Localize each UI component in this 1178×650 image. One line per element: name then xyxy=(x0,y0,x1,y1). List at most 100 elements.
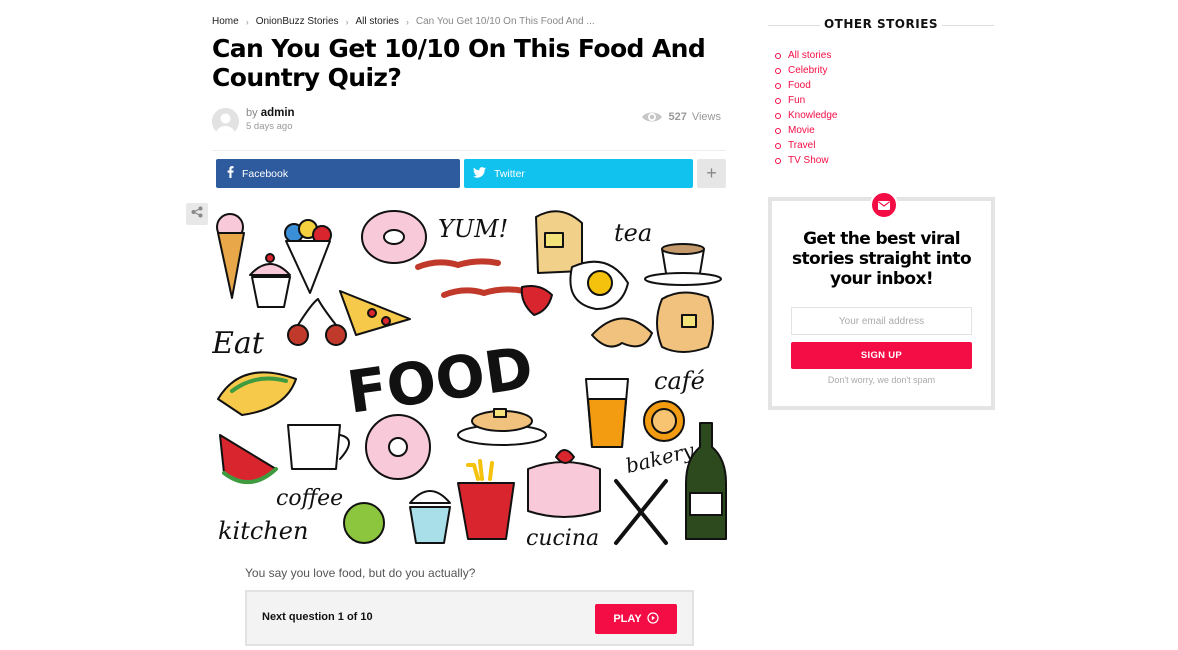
strawberry-doodle xyxy=(520,285,553,316)
by-prefix: by xyxy=(246,107,258,119)
sidebar-item-all-stories[interactable]: All stories xyxy=(775,48,837,63)
twitter-icon xyxy=(473,166,486,181)
floating-share-button[interactable] xyxy=(186,203,208,225)
sign-up-button[interactable]: SIGN UP xyxy=(791,342,972,369)
twitter-share-button[interactable]: Twitter xyxy=(464,159,693,188)
sidebar-item-celebrity[interactable]: Celebrity xyxy=(775,63,837,78)
breadcrumb-current: Can You Get 10/10 On This Food And ... xyxy=(415,16,595,27)
newsletter-note: Don't worry, we don't spam xyxy=(827,375,936,385)
facebook-icon xyxy=(227,166,234,181)
facebook-label: Facebook xyxy=(242,167,289,180)
bullet-icon xyxy=(775,97,781,104)
sidebar-item-label: TV Show xyxy=(788,154,829,166)
cafe-text: café xyxy=(654,367,705,395)
sidebar-item-label: Food xyxy=(788,79,811,91)
sidebar-item-knowledge[interactable]: Knowledge xyxy=(775,108,837,123)
sidebar-item-label: All stories xyxy=(788,49,832,61)
bullet-icon xyxy=(775,67,781,74)
article-intro: You say you love food, but do you actual… xyxy=(245,566,476,580)
breadcrumb-separator: › xyxy=(345,16,349,27)
sidebar-item-label: Fun xyxy=(788,94,806,106)
newsletter-heading: Get the best viral stories straight into… xyxy=(791,229,972,289)
sidebar-item-travel[interactable]: Travel xyxy=(775,138,837,153)
facebook-share-button[interactable]: Facebook xyxy=(216,159,460,188)
waffle-doodle xyxy=(656,291,714,353)
food-doodle-image: YUM! tea Eat café coffee kitchen bakery … xyxy=(212,210,727,551)
sidebar-item-fun[interactable]: Fun xyxy=(775,93,837,108)
breadcrumb-separator: › xyxy=(405,16,409,27)
byline: by admin xyxy=(246,107,295,119)
breadcrumb: Home › OnionBuzz Stories › All stories ›… xyxy=(212,16,595,27)
sidebar-heading: OTHER STORIES xyxy=(768,16,994,34)
coffee-text: coffee xyxy=(276,486,343,511)
bullet-icon xyxy=(775,52,781,59)
watermelon-doodle xyxy=(219,434,278,484)
snow-cone-doodle xyxy=(284,219,332,294)
bullet-icon xyxy=(775,82,781,89)
pizza-slice-doodle xyxy=(339,290,411,336)
newsletter-widget: Get the best viral stories straight into… xyxy=(768,191,995,410)
eat-text: Eat xyxy=(212,326,265,361)
play-button[interactable]: PLAY xyxy=(595,604,677,634)
sidebar-title: OTHER STORIES xyxy=(823,17,939,31)
bacon-doodle xyxy=(415,258,527,298)
avatar[interactable] xyxy=(212,108,239,135)
bullet-icon xyxy=(775,112,781,119)
page-title: Can You Get 10/10 On This Food And Count… xyxy=(212,34,706,92)
croissant-doodle xyxy=(591,317,653,348)
views-label: Views xyxy=(691,111,721,123)
quiz-progress-label: Next question 1 of 10 xyxy=(262,611,373,623)
yum-text: YUM! xyxy=(438,215,508,243)
sidebar-item-movie[interactable]: Movie xyxy=(775,123,837,138)
pancakes-doodle xyxy=(457,408,547,446)
share-bar: Facebook Twitter + xyxy=(216,159,726,188)
views-counter: 527 Views xyxy=(641,110,721,124)
sidebar-item-food[interactable]: Food xyxy=(775,78,837,93)
sidebar-item-label: Knowledge xyxy=(788,109,838,121)
author-row: by admin 5 days ago 527 Views xyxy=(212,106,726,136)
cupcake-2-doodle xyxy=(409,490,451,544)
apple-doodle xyxy=(343,502,385,544)
breadcrumb-all-stories[interactable]: All stories xyxy=(356,16,399,27)
toast-doodle xyxy=(535,210,583,274)
juice-glass-doodle xyxy=(585,378,629,448)
sidebar-item-label: Celebrity xyxy=(788,64,828,76)
play-label: PLAY xyxy=(613,613,642,625)
breadcrumb-home[interactable]: Home xyxy=(212,16,239,27)
breadcrumb-onionbuzz-stories[interactable]: OnionBuzz Stories xyxy=(256,16,339,27)
envelope-icon xyxy=(870,191,898,219)
cherries-doodle xyxy=(287,298,347,346)
coffee-mug-doodle xyxy=(287,424,350,470)
cucina-text: cucina xyxy=(526,526,599,551)
breadcrumb-separator: › xyxy=(245,16,249,27)
orange-doodle xyxy=(643,400,685,442)
fork-knife-doodle xyxy=(614,479,668,545)
kitchen-text: kitchen xyxy=(218,517,308,545)
fried-egg-doodle xyxy=(569,260,629,310)
bullet-icon xyxy=(775,127,781,134)
tea-cup-doodle xyxy=(644,243,722,286)
wine-bottle-doodle xyxy=(685,422,727,540)
tea-text: tea xyxy=(614,219,652,247)
more-share-button[interactable]: + xyxy=(697,159,726,188)
other-stories-list: All stories Celebrity Food Fun Knowledge… xyxy=(775,48,837,168)
sprinkle-donut-doodle xyxy=(365,414,431,480)
email-field[interactable] xyxy=(791,307,972,335)
author-link[interactable]: admin xyxy=(261,107,295,119)
views-count: 527 xyxy=(668,111,687,123)
ice-cream-cone-doodle xyxy=(216,213,245,299)
bullet-icon xyxy=(775,157,781,164)
eye-icon xyxy=(641,110,663,124)
post-date: 5 days ago xyxy=(246,121,293,132)
divider xyxy=(212,150,726,151)
cupcake-doodle xyxy=(249,253,291,308)
sidebar-item-label: Travel xyxy=(788,139,816,151)
play-circle-icon xyxy=(647,611,659,627)
sidebar-item-label: Movie xyxy=(788,124,815,136)
bullet-icon xyxy=(775,142,781,149)
taco-doodle xyxy=(217,371,297,416)
twitter-label: Twitter xyxy=(494,167,525,180)
sidebar-item-tv-show[interactable]: TV Show xyxy=(775,153,837,168)
donut-doodle xyxy=(361,210,427,264)
share-icon xyxy=(191,205,203,223)
